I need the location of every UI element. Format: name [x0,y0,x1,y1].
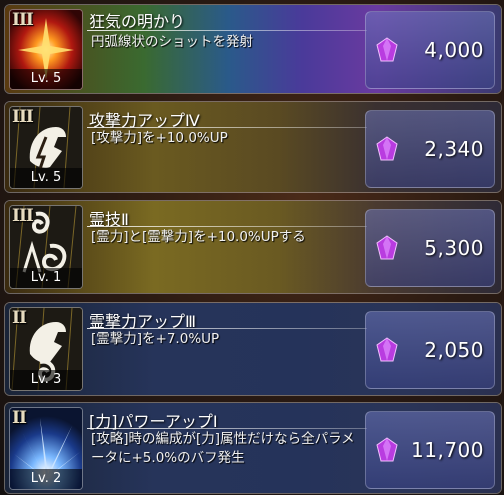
level-label: Lv. 2 [10,469,82,489]
cost-panel[interactable]: 2,050 [365,311,495,389]
cost-panel[interactable]: 11,700 [365,411,495,489]
gem-icon [376,337,398,362]
cost-panel[interactable]: 5,300 [365,209,495,287]
skill-description: [攻略]時の編成が[力]属性だけなら全パラメータに+5.0%のバフ発生 [91,431,355,466]
cost-panel[interactable]: 2,340 [365,110,495,188]
cost-value: 2,050 [424,338,484,362]
gem-icon [376,437,398,462]
skill-thumbnail: II Lv. 3 [9,307,83,391]
rank-badge: III [12,107,34,127]
skill-description: [霊力]と[霊撃力]を+10.0%UPする [91,229,306,245]
skill-list: III Lv. 5 狂気の明かり 円弧線状のショットを発射 4,000 III … [0,0,504,495]
title-divider [87,30,367,31]
cost-value: 11,700 [411,438,484,462]
skill-description: 円弧線状のショットを発射 [91,34,253,50]
skill-item[interactable]: II Lv. 3 霊撃力アップⅢ [霊撃力]を+7.0%UP 2,050 [4,302,502,396]
cost-value: 4,000 [424,38,484,62]
cost-value: 5,300 [424,236,484,260]
title-divider [87,328,367,329]
gem-icon [376,136,398,161]
gem-icon [376,235,398,260]
rank-badge: II [12,408,27,428]
cost-value: 2,340 [424,137,484,161]
skill-description: [霊撃力]を+7.0%UP [91,331,220,347]
level-label: Lv. 3 [10,370,82,390]
skill-name: 狂気の明かり [89,12,186,31]
rank-badge: II [12,308,27,328]
level-label: Lv. 1 [10,268,82,288]
title-divider [87,226,367,227]
skill-item[interactable]: III Lv. 5 攻撃力アップⅣ [攻撃力]を+10.0%UP 2,340 [4,101,502,193]
rank-badge: III [12,10,34,30]
skill-thumbnail: III Lv. 5 [9,106,83,189]
skill-description: [攻撃力]を+10.0%UP [91,130,228,146]
cost-panel[interactable]: 4,000 [365,11,495,89]
skill-item[interactable]: II Lv. 2 [力]パワーアップⅠ [攻略]時の編成が[力]属性だけなら全パ… [4,402,502,494]
title-divider [87,127,367,128]
level-label: Lv. 5 [10,69,82,89]
skill-item[interactable]: III Lv. 1 霊技Ⅱ [霊力]と[霊撃力]を+10.0%UPする 5,30… [4,200,502,294]
level-label: Lv. 5 [10,168,82,188]
title-divider [87,428,367,429]
skill-thumbnail: III Lv. 1 [9,205,83,289]
skill-thumbnail: II Lv. 2 [9,407,83,490]
skill-item[interactable]: III Lv. 5 狂気の明かり 円弧線状のショットを発射 4,000 [4,4,502,94]
rank-badge: III [12,206,34,226]
gem-icon [376,37,398,62]
skill-thumbnail: III Lv. 5 [9,9,83,90]
